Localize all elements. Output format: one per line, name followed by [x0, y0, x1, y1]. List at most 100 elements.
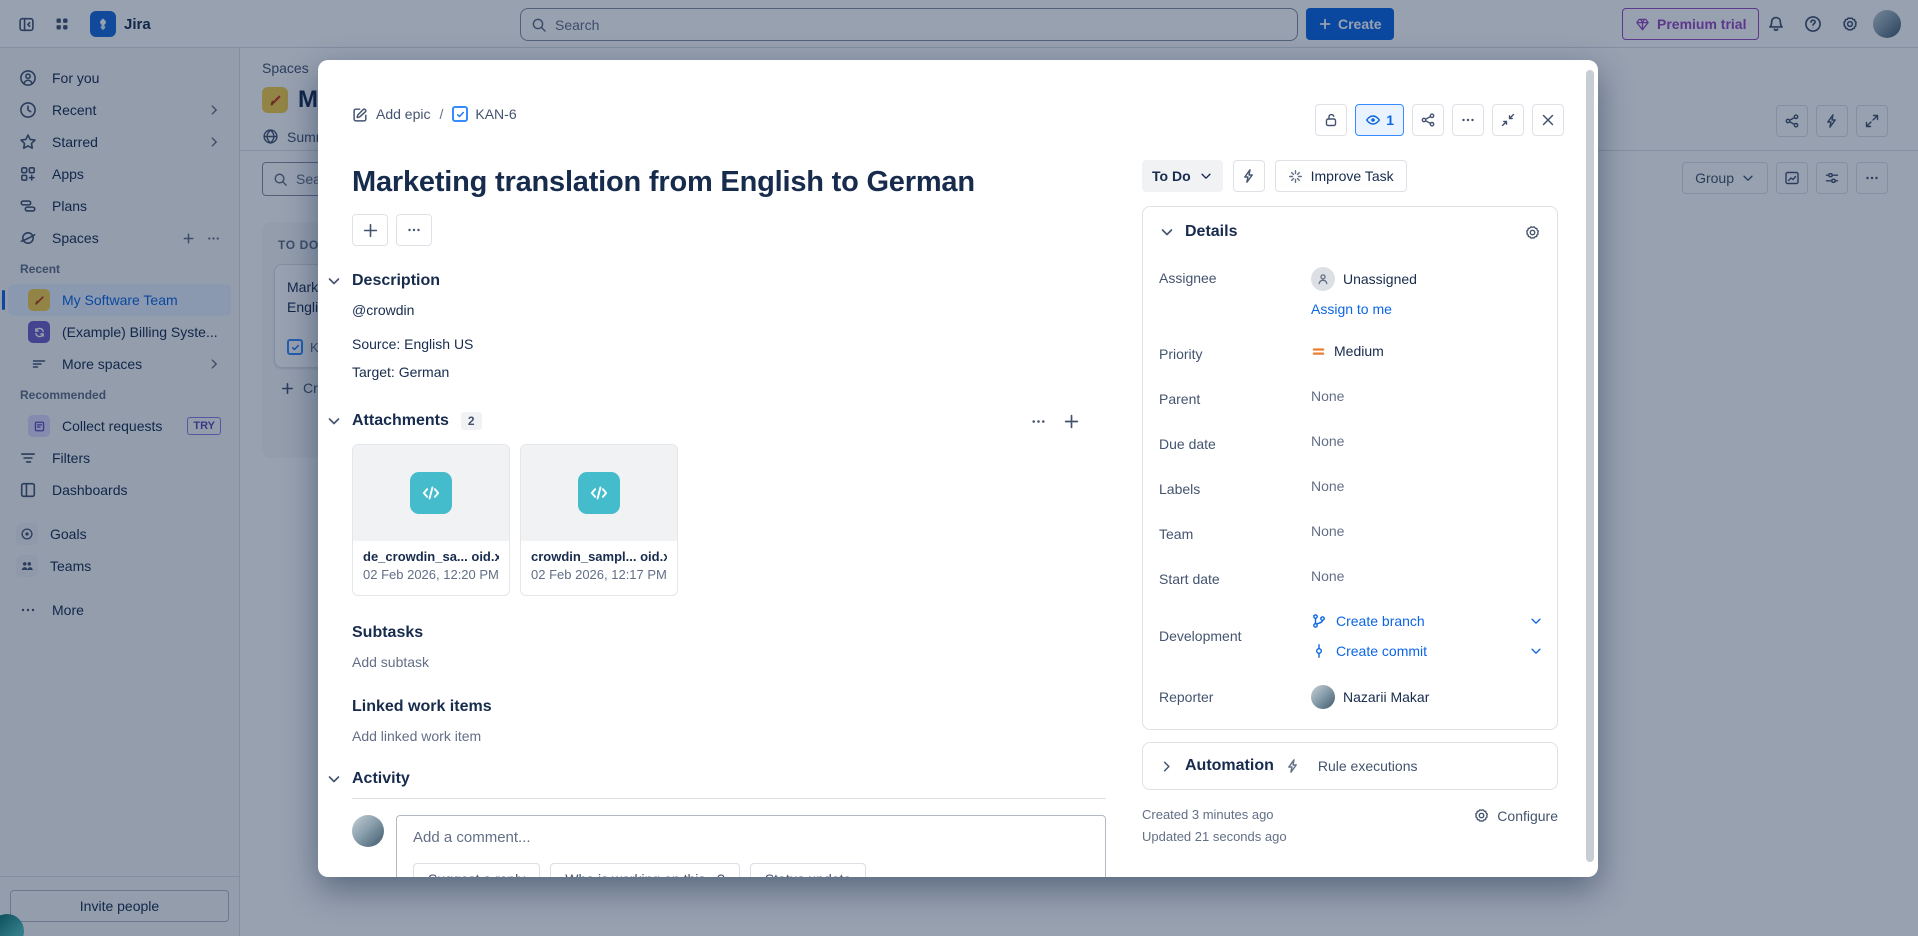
- chevron-down-icon: [1529, 614, 1543, 628]
- description-section-header[interactable]: Description: [352, 272, 1106, 290]
- quick-add-button[interactable]: [352, 214, 388, 246]
- description-source: Source: English US: [352, 334, 1106, 354]
- subtasks-heading: Subtasks: [352, 624, 423, 642]
- quick-reply-suggest[interactable]: Suggest a reply: [413, 863, 540, 877]
- work-item-key[interactable]: KAN-6: [452, 106, 516, 122]
- current-user-avatar: [352, 815, 384, 847]
- chevron-down-icon: [326, 273, 342, 289]
- linked-items-section-header: Linked work items: [352, 698, 1106, 716]
- reporter-label: Reporter: [1159, 689, 1311, 705]
- automation-heading: Automation: [1185, 757, 1274, 775]
- improve-task-label: Improve Task: [1311, 168, 1394, 184]
- share-button[interactable]: [1412, 104, 1444, 136]
- parent-label: Parent: [1159, 388, 1311, 407]
- add-linked-item-button[interactable]: Add linked work item: [352, 728, 1106, 744]
- quick-actions-more-button[interactable]: [396, 214, 432, 246]
- attachment-date: 02 Feb 2026, 12:20 PM: [363, 567, 499, 582]
- due-date-label: Due date: [1159, 433, 1311, 452]
- improve-task-button[interactable]: Improve Task: [1275, 160, 1407, 192]
- activity-section-header[interactable]: Activity: [352, 770, 1106, 788]
- status-label: To Do: [1152, 168, 1191, 184]
- quick-reply-who-working[interactable]: Who is working on this...?: [550, 863, 740, 877]
- work-item-title[interactable]: Marketing translation from English to Ge…: [352, 164, 1106, 200]
- modal-more-button[interactable]: [1452, 104, 1484, 136]
- priority-label: Priority: [1159, 343, 1311, 362]
- modal-scrollbar[interactable]: [1586, 70, 1594, 862]
- attachment-card[interactable]: crowdin_sampl... oid.xml 02 Feb 2026, 12…: [520, 444, 678, 596]
- priority-name: Medium: [1334, 343, 1384, 359]
- automation-quick-button[interactable]: [1233, 160, 1265, 192]
- breadcrumb-separator: /: [439, 106, 443, 122]
- sparkle-icon: [1288, 169, 1303, 184]
- xml-file-icon: [578, 472, 620, 514]
- comment-box[interactable]: Suggest a reply Who is working on this..…: [396, 815, 1106, 877]
- rule-executions-link[interactable]: Rule executions: [1318, 758, 1418, 774]
- configure-button[interactable]: Configure: [1473, 804, 1558, 824]
- updated-timestamp: Updated 21 seconds ago: [1142, 826, 1287, 848]
- status-dropdown[interactable]: To Do: [1142, 160, 1223, 192]
- priority-value[interactable]: Medium: [1311, 343, 1384, 359]
- reporter-avatar: [1311, 685, 1335, 709]
- activity-divider: [352, 798, 1106, 799]
- chevron-down-icon[interactable]: [1159, 224, 1175, 240]
- assign-to-me-link[interactable]: Assign to me: [1311, 301, 1417, 317]
- close-modal-button[interactable]: [1532, 104, 1564, 136]
- quick-reply-status-update[interactable]: Status update: [750, 863, 866, 877]
- add-epic-label: Add epic: [376, 106, 430, 122]
- reporter-name: Nazarii Makar: [1343, 689, 1429, 705]
- description-heading: Description: [352, 272, 440, 290]
- configure-label: Configure: [1497, 808, 1558, 824]
- assignee-value[interactable]: Unassigned: [1311, 267, 1417, 291]
- due-date-value[interactable]: None: [1311, 433, 1344, 449]
- work-item-modal: 1 Add epic / KAN-6: [318, 60, 1598, 877]
- restrict-access-button[interactable]: [1315, 104, 1347, 136]
- lightning-icon: [1241, 168, 1257, 184]
- team-label: Team: [1159, 523, 1311, 542]
- collapse-icon: [1500, 112, 1516, 128]
- add-attachment-icon[interactable]: [1063, 413, 1080, 430]
- details-heading: Details: [1185, 223, 1237, 241]
- close-icon: [1540, 112, 1556, 128]
- more-icon: [1460, 112, 1476, 128]
- work-item-key-label: KAN-6: [475, 106, 516, 122]
- chevron-right-icon: [1159, 759, 1174, 774]
- create-branch-button[interactable]: Create branch: [1311, 613, 1543, 629]
- comment-input[interactable]: [413, 829, 1089, 846]
- team-value[interactable]: None: [1311, 523, 1344, 539]
- details-settings-button[interactable]: [1524, 224, 1541, 241]
- watchers-count: 1: [1386, 112, 1394, 128]
- share-icon: [1420, 112, 1436, 128]
- unassigned-avatar-icon: [1311, 267, 1335, 291]
- linked-items-heading: Linked work items: [352, 698, 492, 716]
- start-date-label: Start date: [1159, 568, 1311, 587]
- created-timestamp: Created 3 minutes ago: [1142, 804, 1287, 826]
- watch-button[interactable]: 1: [1355, 104, 1404, 136]
- assignee-label: Assignee: [1159, 267, 1311, 286]
- start-date-value[interactable]: None: [1311, 568, 1344, 584]
- automation-panel[interactable]: Automation Rule executions: [1142, 742, 1558, 790]
- plus-icon: [362, 222, 379, 239]
- attachments-heading: Attachments: [352, 412, 449, 430]
- chevron-down-icon: [1529, 644, 1543, 658]
- create-commit-button[interactable]: Create commit: [1311, 643, 1543, 659]
- collapse-modal-button[interactable]: [1492, 104, 1524, 136]
- labels-label: Labels: [1159, 478, 1311, 497]
- attachment-card[interactable]: de_crowdin_sa... oid.xml 02 Feb 2026, 12…: [352, 444, 510, 596]
- add-epic-button[interactable]: Add epic: [352, 106, 430, 123]
- parent-value[interactable]: None: [1311, 388, 1344, 404]
- add-subtask-button[interactable]: Add subtask: [352, 654, 1106, 670]
- reporter-value[interactable]: Nazarii Makar: [1311, 685, 1429, 709]
- description-mention[interactable]: @crowdin: [352, 300, 1106, 320]
- attachment-preview: [353, 445, 509, 541]
- chevron-down-icon: [326, 771, 342, 787]
- development-label: Development: [1159, 628, 1311, 644]
- attachments-section-header[interactable]: Attachments 2: [352, 412, 1106, 430]
- more-icon: [406, 222, 422, 238]
- add-epic-icon: [352, 106, 369, 123]
- labels-value[interactable]: None: [1311, 478, 1344, 494]
- lightning-icon: [1285, 758, 1301, 774]
- attachments-more-icon[interactable]: [1030, 413, 1047, 430]
- chevron-down-icon: [1199, 169, 1213, 183]
- assignee-name: Unassigned: [1343, 271, 1417, 287]
- create-commit-label: Create commit: [1336, 643, 1427, 659]
